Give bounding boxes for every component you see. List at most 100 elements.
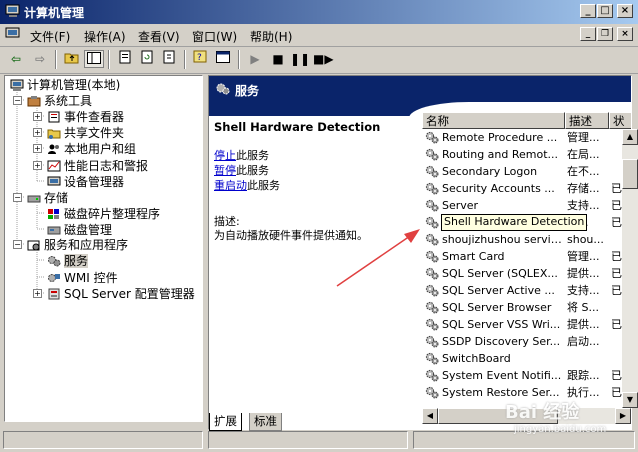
table-row[interactable]: SwitchBoard xyxy=(422,350,631,367)
service-gear-icon xyxy=(425,131,439,144)
column-header-description[interactable]: 描述 xyxy=(565,112,609,129)
table-row[interactable]: shoujizhushou service shou... xyxy=(422,231,631,248)
mmc-console-icon[interactable] xyxy=(213,50,233,68)
storage-icon xyxy=(27,195,41,203)
stop-service-link[interactable]: 停止 xyxy=(214,149,236,162)
performance-icon xyxy=(47,160,61,172)
window-title: 计算机管理 xyxy=(24,6,85,20)
tree-item-perf-logs[interactable]: 性能日志和警报 xyxy=(47,158,148,174)
collapse-services-apps[interactable]: − xyxy=(13,240,22,249)
tree-item-event-viewer[interactable]: 事件查看器 xyxy=(47,109,124,125)
service-gear-icon xyxy=(425,318,439,331)
column-header-status[interactable]: 状 xyxy=(609,112,631,129)
expand-event-viewer[interactable]: + xyxy=(33,112,42,121)
table-row[interactable]: Secondary Logon 在不... xyxy=(422,163,631,180)
back-arrow-icon[interactable]: ⇦ xyxy=(6,50,26,68)
pause-link-suffix: 此服务 xyxy=(236,164,269,177)
description-text: 为自动播放硬件事件提供通知。 xyxy=(214,229,368,242)
service-name-cell: System Event Notifi... xyxy=(442,369,562,382)
help-icon[interactable]: ? xyxy=(191,50,211,68)
tab-extended[interactable]: 扩展 xyxy=(209,413,242,431)
scroll-right-button[interactable]: ▶ xyxy=(615,408,631,424)
tree-item-device-manager[interactable]: 设备管理器 xyxy=(47,174,124,190)
tree-item-local-users[interactable]: 本地用户和组 xyxy=(47,141,136,157)
stop-link-suffix: 此服务 xyxy=(236,149,269,162)
table-row[interactable]: Security Accounts ... 存储... 已 xyxy=(422,180,631,197)
service-name-cell: Smart Card xyxy=(442,250,505,263)
menu-window[interactable]: 窗口(W) xyxy=(192,28,237,45)
service-name-cell: Secondary Logon xyxy=(442,165,538,178)
start-service-icon[interactable]: ▶ xyxy=(245,50,265,68)
service-name-cell: SQL Server (SQLEX... xyxy=(442,267,558,280)
menu-view[interactable]: 查看(V) xyxy=(138,28,180,45)
service-gear-icon xyxy=(425,233,439,246)
tree-item-services[interactable]: 服务 xyxy=(47,253,89,269)
maximize-button[interactable]: □ xyxy=(597,4,613,18)
tree-item-defrag[interactable]: 磁盘碎片整理程序 xyxy=(47,206,160,222)
toolbar-separator xyxy=(108,50,110,69)
table-row[interactable]: Smart Card 管理... 已 xyxy=(422,248,631,265)
refresh-icon[interactable] xyxy=(137,50,157,68)
expand-sql-config[interactable]: + xyxy=(33,289,42,298)
tree-item-system-tools[interactable]: 系统工具 xyxy=(27,93,92,109)
column-header-name[interactable]: 名称 xyxy=(422,112,565,129)
pane-header-title: 服务 xyxy=(235,84,260,98)
properties-icon[interactable] xyxy=(115,50,135,68)
table-row[interactable]: Shell Hardware Detection自...已Shell Hardw… xyxy=(422,214,631,231)
watermark-logo: Bai 经验 xyxy=(505,402,580,423)
child-minimize-button[interactable]: _ xyxy=(580,27,596,41)
tree-item-storage[interactable]: 存储 xyxy=(27,190,68,206)
services-list: 名称 描述 状 Remote Procedure ... 管理... Routing… xyxy=(422,112,631,408)
scroll-up-button[interactable]: ▲ xyxy=(622,129,638,145)
restart-service-icon[interactable]: ■▶ xyxy=(313,50,334,68)
tree-item-services-apps[interactable]: 服务和应用程序 xyxy=(27,237,128,253)
close-button[interactable]: × xyxy=(617,4,633,18)
table-row[interactable]: SQL Server Browser 将 S... xyxy=(422,299,631,316)
stop-service-icon[interactable]: ■ xyxy=(268,50,288,68)
table-row[interactable]: SQL Server (SQLEX... 提供... 已 xyxy=(422,265,631,282)
tree-item-wmi[interactable]: WMI 控件 xyxy=(47,270,118,286)
table-row[interactable]: SQL Server VSS Wri... 提供... 已 xyxy=(422,316,631,333)
service-name-cell: SQL Server Active ... xyxy=(442,284,555,297)
tree-item-disk-management[interactable]: 磁盘管理 xyxy=(47,222,112,238)
minimize-button[interactable]: _ xyxy=(580,4,596,18)
service-name-cell: shoujizhushou service xyxy=(442,233,563,246)
vertical-scrollbar[interactable]: ▲ ▼ xyxy=(622,129,638,408)
restart-service-link[interactable]: 重启动 xyxy=(214,179,247,192)
expand-shared-folders[interactable]: + xyxy=(33,128,42,137)
forward-arrow-icon[interactable]: ⇨ xyxy=(30,50,50,68)
collapse-system-tools[interactable]: − xyxy=(13,96,22,105)
child-close-button[interactable]: × xyxy=(617,27,633,41)
up-folder-icon[interactable] xyxy=(62,50,82,68)
table-row[interactable]: Remote Procedure ... 管理... xyxy=(422,129,631,146)
service-detail-panel: Shell Hardware Detection 停止此服务 暂停此服务 重启动… xyxy=(214,120,419,243)
table-row[interactable]: SQL Server Active ... 支持... 已 xyxy=(422,282,631,299)
selected-service-name: Shell Hardware Detection xyxy=(214,120,381,134)
expand-local-users[interactable]: + xyxy=(33,144,42,153)
child-restore-button[interactable]: ❐ xyxy=(597,27,613,41)
table-row[interactable]: SSDP Discovery Ser... 启动... xyxy=(422,333,631,350)
tree-item-shared-folders[interactable]: 共享文件夹 xyxy=(47,125,124,141)
services-label-selected: 服务 xyxy=(64,254,89,268)
service-gear-icon xyxy=(425,369,439,382)
menu-help[interactable]: 帮助(H) xyxy=(250,28,292,45)
show-tree-icon[interactable] xyxy=(84,50,104,68)
pause-service-icon[interactable]: ❚❚ xyxy=(290,50,310,68)
table-row[interactable]: Routing and Remot... 在局... xyxy=(422,146,631,163)
tab-standard[interactable]: 标准 xyxy=(249,413,282,431)
app-menu-icon[interactable] xyxy=(5,27,21,41)
service-name-cell: Routing and Remot... xyxy=(442,148,559,161)
expand-perf-logs[interactable]: + xyxy=(33,161,42,170)
tree-item-root[interactable]: 计算机管理(本地) xyxy=(10,77,120,93)
export-list-icon[interactable] xyxy=(159,50,179,68)
scroll-down-button[interactable]: ▼ xyxy=(622,392,638,408)
pause-service-link[interactable]: 暂停 xyxy=(214,164,236,177)
scroll-thumb[interactable] xyxy=(622,159,638,189)
table-row[interactable]: Server 支持... 已 xyxy=(422,197,631,214)
scroll-left-button[interactable]: ◀ xyxy=(422,408,438,424)
table-row[interactable]: System Event Notifi... 跟踪... 已 xyxy=(422,367,631,384)
menu-action[interactable]: 操作(A) xyxy=(84,28,126,45)
tree-item-sql-config[interactable]: SQL Server 配置管理器 xyxy=(47,286,195,302)
menu-file[interactable]: 文件(F) xyxy=(30,28,70,45)
collapse-storage[interactable]: − xyxy=(13,193,22,202)
